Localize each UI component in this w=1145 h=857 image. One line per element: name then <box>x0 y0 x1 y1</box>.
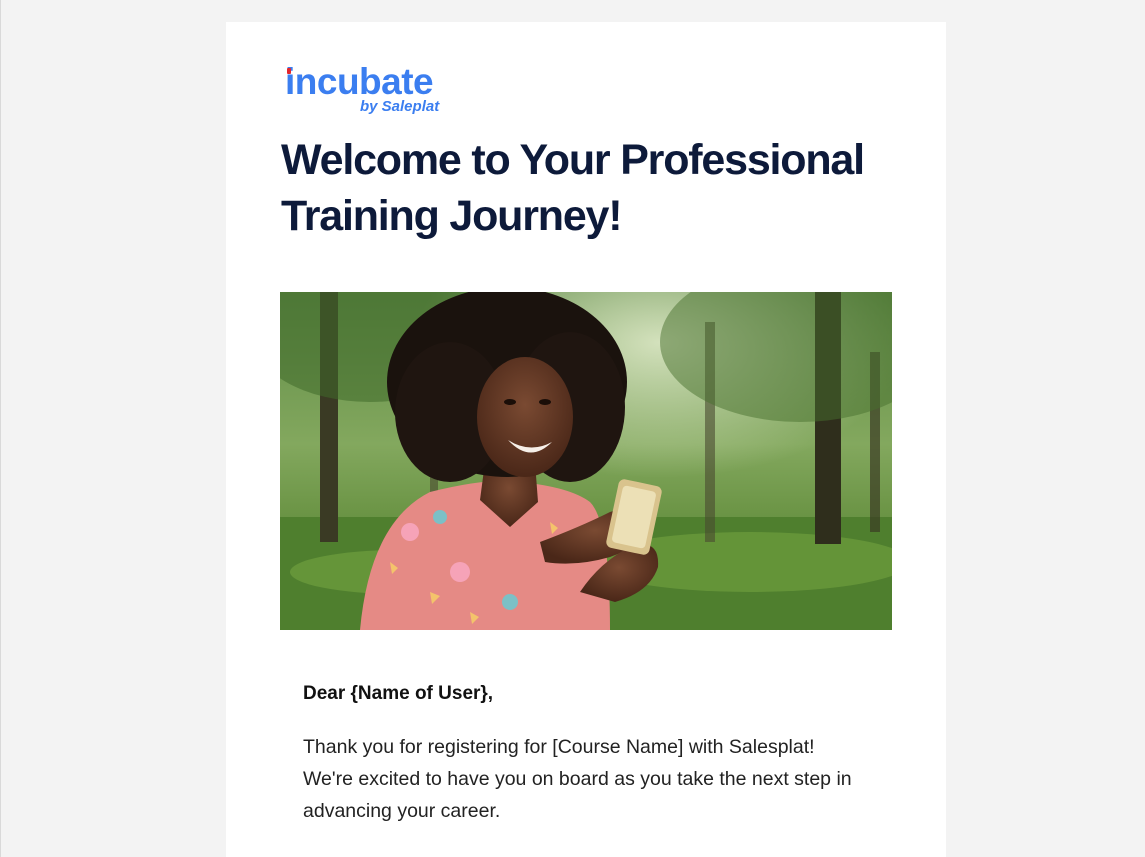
logo-wordmark: incubate <box>285 61 434 102</box>
email-headline: Welcome to Your Professional Training Jo… <box>281 136 865 240</box>
logo-tagline: by Saleplat <box>360 98 440 115</box>
email-viewport: incubate by Saleplat Welcome to Your Pro… <box>0 0 1145 857</box>
welcome-message: Thank you for registering for [Course Na… <box>303 736 852 822</box>
hero-illustration <box>280 292 892 630</box>
greeting-text: Dear {Name of User}, <box>303 683 494 704</box>
incubate-logo[interactable]: incubate by Saleplat <box>285 62 455 122</box>
logo-red-accent <box>287 68 291 74</box>
hero-image <box>280 292 892 630</box>
email-card: incubate by Saleplat Welcome to Your Pro… <box>226 22 946 857</box>
